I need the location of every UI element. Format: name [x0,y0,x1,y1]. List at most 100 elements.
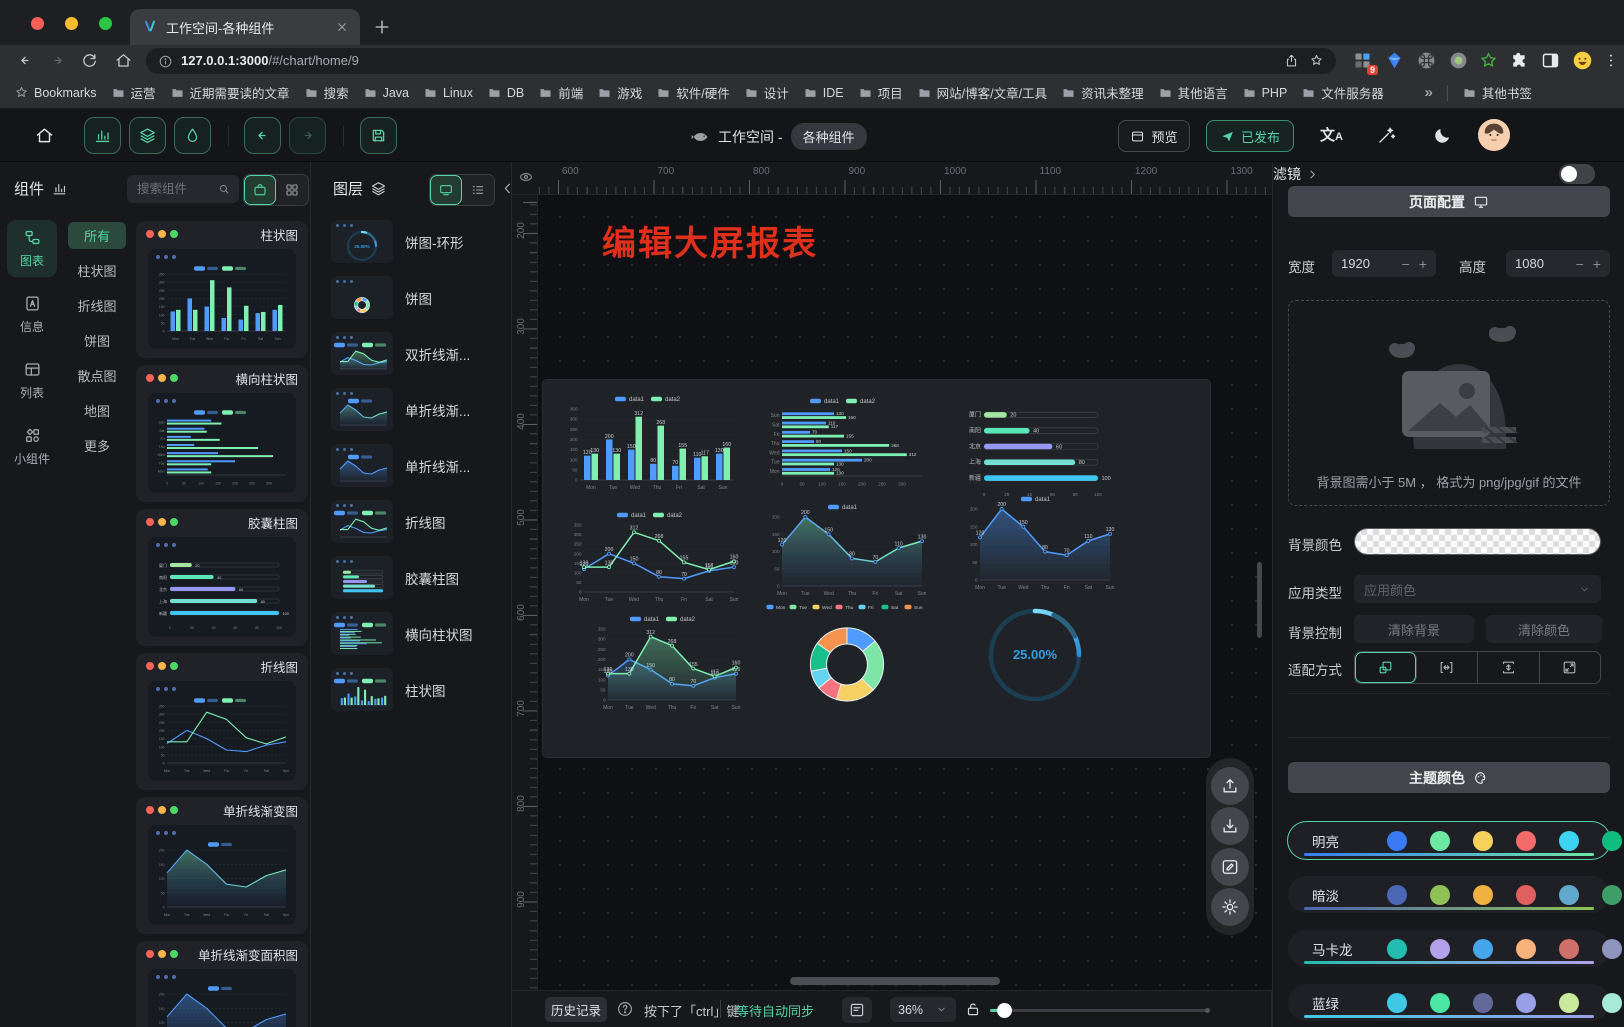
export-button[interactable] [1211,767,1249,805]
window-minimize-button[interactable] [65,17,78,30]
site-info-icon[interactable] [158,54,173,69]
height-minus-button[interactable]: − [1576,256,1584,272]
profile-avatar-icon[interactable] [1572,50,1593,71]
import-button[interactable] [1211,807,1249,845]
extension-grid-icon[interactable]: 9 [1352,50,1373,71]
bookmark-item[interactable]: 设计 [744,83,789,102]
zoom-slider[interactable] [990,1009,1208,1012]
theme-row-暗淡[interactable]: 暗淡 [1288,876,1610,913]
address-bar[interactable]: 127.0.0.1:3000/#/chart/home/9 [146,48,1336,74]
home-icon[interactable] [114,51,133,70]
publish-button[interactable]: 已发布 [1206,120,1294,152]
fit-height-button[interactable] [1478,652,1540,683]
bookmark-item[interactable]: 游戏 [597,83,642,102]
layers-toggle-button[interactable] [129,117,166,154]
fit-width-button[interactable] [1417,652,1479,683]
category-折线图[interactable]: 折线图 [68,292,126,319]
edit-button[interactable] [1211,848,1249,886]
back-icon[interactable] [16,51,35,70]
component-search-input[interactable] [137,182,213,196]
clear-color-button[interactable]: 清除颜色 [1486,615,1602,643]
bookmark-item[interactable]: 前端 [538,83,583,102]
bookmark-item[interactable]: 软件/硬件 [656,83,729,102]
reload-icon[interactable] [80,51,99,70]
workspace-name-badge[interactable]: 各种组件 [791,123,867,150]
canvas-chart-donut[interactable]: MonTueWedThuFriSatSun [758,600,936,716]
layer-item[interactable]: 25.00% 饼图-环形 [331,220,506,263]
eye-icon[interactable] [518,168,534,186]
preview-button[interactable]: 预览 [1118,120,1190,152]
dark-mode-moon-icon[interactable] [1432,125,1453,146]
canvas-chart-capsule[interactable]: 厦门20南阳40北京60上海80新疆100020406080100 [958,398,1120,498]
share-icon[interactable] [1284,53,1301,70]
clear-background-button[interactable]: 清除背景 [1354,615,1474,643]
window-close-button[interactable] [31,17,44,30]
category-所有[interactable]: 所有 [68,222,126,249]
fit-auto-button[interactable] [1355,652,1417,683]
layer-item[interactable]: 折线图 [331,500,506,543]
layer-item[interactable]: 柱状图 [331,668,506,711]
category-柱状图[interactable]: 柱状图 [68,257,126,284]
other-bookmarks[interactable]: 其他书签 [1462,83,1532,102]
bookmark-item[interactable]: 项目 [858,83,903,102]
browser-menu-icon[interactable] [1602,50,1620,71]
bookmark-item[interactable]: 近期需要读的文章 [170,83,290,102]
bookmark-item[interactable]: 运营 [111,83,156,102]
bag-view-button[interactable] [244,175,276,205]
theme-color-header[interactable]: 主题颜色 [1288,762,1610,793]
component-card[interactable]: 单折线渐变图 050100150200MonTueWedThuFriSatSun [136,797,308,934]
canvas-vertical-scrollbar[interactable] [1257,562,1262,638]
sidebar-item-1[interactable]: 信息 [7,286,57,343]
width-minus-button[interactable]: − [1402,256,1410,272]
filter-toggle[interactable] [1559,164,1595,184]
zoom-slider-knob[interactable] [997,1003,1012,1018]
bookmarks-overflow-chevron[interactable]: » [1425,84,1433,101]
app-type-select[interactable]: 应用颜色 [1354,575,1601,603]
bg-color-swatch[interactable] [1354,528,1601,555]
canvas-chart-line-gradient[interactable]: data10501001502001202001508070110130MonT… [760,500,932,598]
extension-gem-icon[interactable] [1384,50,1405,71]
canvas-chart-line-area[interactable]: data10501001502001202001508070110130MonT… [958,492,1120,592]
theme-row-明亮[interactable]: 明亮 [1288,822,1610,859]
bookmark-item[interactable]: 网站/博客/文章/工具 [917,83,1047,102]
thumbnail-view-button[interactable] [430,175,462,205]
save-button[interactable] [360,117,397,154]
extensions-puzzle-icon[interactable] [1508,50,1529,71]
component-card[interactable]: 横向柱状图 050100150200250300MonTueWedThuFriS… [136,365,308,502]
canvas-chart-line-double-area[interactable]: data1data2050100150200250300350120200150… [586,612,746,712]
component-card[interactable]: 柱状图 050100150200250300350MonTueWedThuFri… [136,221,308,358]
layer-item[interactable]: 饼图 [331,276,506,319]
app-home-icon[interactable] [34,125,55,146]
bookmark-item[interactable]: IDE [803,83,844,102]
category-更多[interactable]: 更多 [68,432,126,459]
component-card[interactable]: 胶囊柱图 厦门20南阳40北京60上海80新疆100020406080100 [136,509,308,646]
sidebar-item-2[interactable]: 列表 [7,352,57,409]
background-upload-dropzone[interactable]: 背景图需小于 5M ， 格式为 png/jpg/gif 的文件 [1288,300,1610,506]
bookmark-item[interactable]: 资讯未整理 [1061,83,1144,102]
zoom-select[interactable]: 36% [890,997,956,1022]
lock-icon[interactable] [964,1000,982,1018]
layer-item[interactable]: 双折线渐... [331,332,506,375]
canvas-horizontal-scrollbar[interactable] [790,977,1000,985]
fit-stretch-button[interactable] [1540,652,1601,683]
help-icon[interactable] [616,1000,634,1018]
settings-gear-button[interactable] [1211,888,1249,926]
component-search[interactable] [127,175,239,203]
category-地图[interactable]: 地图 [68,397,126,424]
bookmark-item[interactable]: Linux [423,83,473,102]
components-toggle-button[interactable] [84,117,121,154]
bookmark-item[interactable]: 文件服务器 [1301,83,1384,102]
theme-row-蓝绿[interactable]: 蓝绿 [1288,984,1610,1021]
chevron-right-icon[interactable] [1305,167,1320,182]
layer-item[interactable]: 单折线渐... [331,444,506,487]
bookmark-item[interactable]: PHP [1242,83,1288,102]
component-card[interactable]: 单折线渐变面积图 050100150200MonTueWedThuFriSatS… [136,941,308,1027]
browser-tab[interactable]: 工作空间-各种组件 [130,9,360,45]
language-switch-icon[interactable]: 文A [1320,124,1343,145]
undo-button[interactable] [244,117,281,154]
component-card[interactable]: 折线图 050100150200250300350MonTueWedThuFri… [136,653,308,790]
category-饼图[interactable]: 饼图 [68,327,126,354]
user-avatar[interactable] [1478,119,1510,151]
details-toggle-button[interactable] [174,117,211,154]
canvas-text-widget[interactable]: 编辑大屏报表 [602,216,818,265]
